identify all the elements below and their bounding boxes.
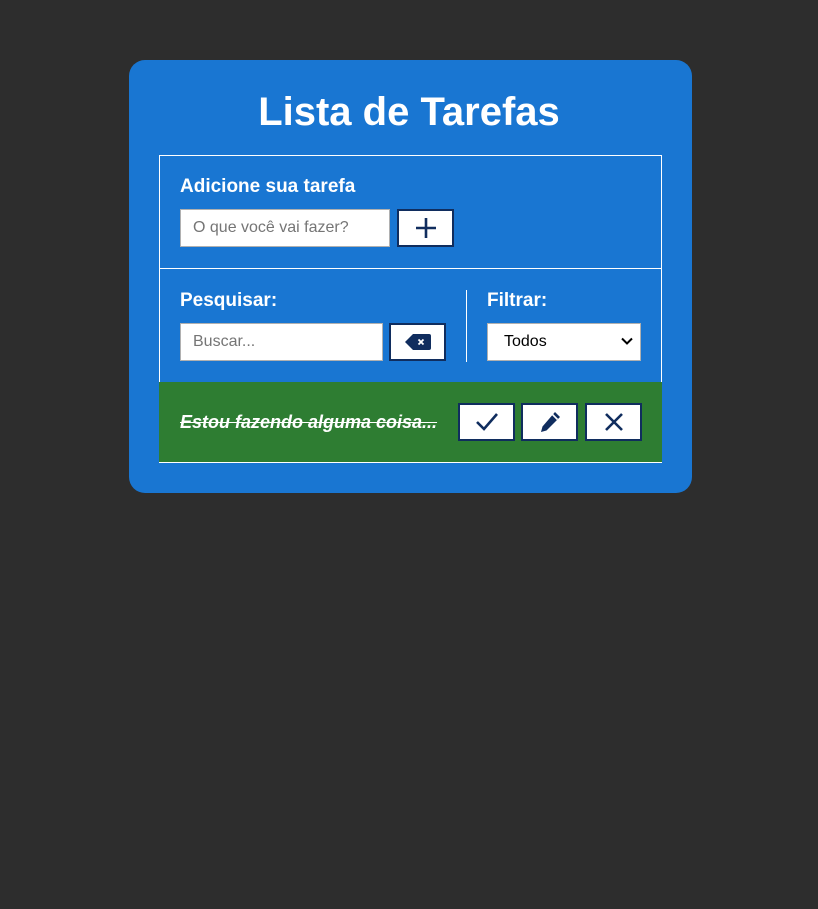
search-label: Pesquisar: (180, 290, 278, 311)
plus-icon (415, 217, 437, 239)
filter-select[interactable]: Todos (487, 323, 641, 361)
edit-task-button[interactable] (521, 403, 578, 441)
section-divider (466, 290, 467, 362)
search-input[interactable] (180, 323, 383, 361)
add-task-form: Adicione sua tarefa (159, 155, 662, 269)
task-title: Estou fazendo alguma coisa... (180, 412, 438, 432)
delete-task-button[interactable] (585, 403, 642, 441)
task-input[interactable] (180, 209, 390, 247)
close-icon (604, 412, 624, 432)
task-item: Estou fazendo alguma coisa... (159, 382, 662, 463)
backspace-icon (404, 333, 432, 351)
search-filter-toolbar: Pesquisar: Filtrar: Todos (159, 268, 662, 383)
complete-task-button[interactable] (458, 403, 515, 441)
chevron-down-icon (620, 333, 634, 351)
filter-selected-value: Todos (504, 333, 547, 350)
filter-label: Filtrar: (487, 290, 548, 311)
clear-search-button[interactable] (389, 323, 446, 361)
check-icon (475, 412, 499, 432)
page-title: Lista de Tarefas (258, 90, 560, 134)
add-task-label: Adicione sua tarefa (180, 176, 356, 197)
add-task-button[interactable] (397, 209, 454, 247)
pencil-icon (538, 410, 562, 434)
